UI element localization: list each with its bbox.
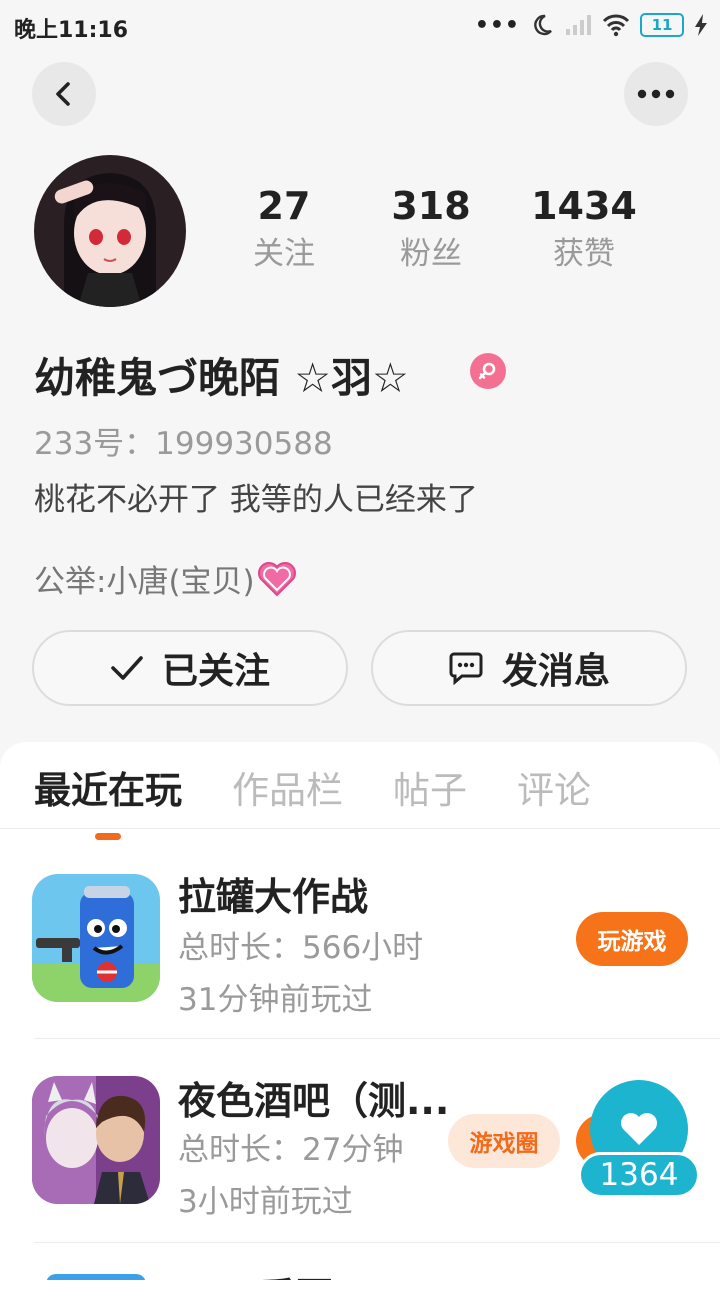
- avatar[interactable]: [34, 155, 186, 307]
- tab-works[interactable]: 作品栏: [232, 760, 343, 814]
- like-count: 1364: [578, 1152, 700, 1198]
- game-last-played: 3小时前玩过: [178, 1184, 353, 1220]
- signal-icon: [566, 15, 591, 35]
- game-row[interactable]: 233乐园: [0, 1244, 720, 1280]
- send-message-label: 发消息: [501, 651, 610, 692]
- tab-posts-label: 帖子: [393, 769, 467, 812]
- send-message-button[interactable]: 发消息: [371, 630, 687, 706]
- more-dots-icon: •••: [474, 12, 520, 38]
- battery-icon: 11: [640, 13, 684, 37]
- stat-fans-count: 318: [391, 184, 471, 228]
- user-bio: 桃花不必开了 我等的人已经来了: [34, 482, 478, 518]
- game-circle-button[interactable]: 游戏圈: [448, 1114, 560, 1168]
- tab-comments-label: 评论: [517, 769, 591, 812]
- tab-comments[interactable]: 评论: [517, 760, 591, 814]
- tab-bar: 最近在玩 作品栏 帖子 评论: [34, 760, 591, 840]
- tab-recently-played[interactable]: 最近在玩: [34, 760, 182, 840]
- game-title: 夜色酒吧（测...: [178, 1079, 450, 1123]
- heart-icon: [257, 561, 296, 596]
- game-row[interactable]: 拉罐大作战 总时长：566小时 31分钟前玩过 玩游戏: [0, 846, 720, 1036]
- female-gender-icon: [470, 353, 506, 389]
- stat-following[interactable]: 27 关注: [234, 184, 334, 273]
- tab-divider: [0, 828, 720, 829]
- game-duration: 总时长：27分钟: [178, 1132, 404, 1168]
- status-bar: 晚上11:16 ••• 11: [0, 0, 720, 52]
- tab-recently-played-label: 最近在玩: [34, 769, 182, 812]
- check-icon: [111, 656, 143, 680]
- chevron-left-icon: [56, 82, 70, 106]
- status-time: 晚上11:16: [14, 18, 129, 43]
- username: 幼稚鬼づ晚陌 ☆羽☆: [34, 354, 409, 402]
- cp-text: 公举:小唐(宝贝): [34, 564, 255, 600]
- tab-works-label: 作品栏: [232, 769, 343, 812]
- game-icon-night-bar: [32, 1076, 160, 1204]
- floating-like-button[interactable]: 1364: [578, 1080, 700, 1200]
- active-tab-indicator: [95, 833, 121, 840]
- row-divider: [34, 1242, 720, 1243]
- game-icon-partial: [46, 1274, 146, 1280]
- back-button[interactable]: [32, 62, 96, 126]
- row-divider: [34, 1038, 720, 1039]
- game-title: 233乐园: [178, 1266, 333, 1280]
- wifi-icon: [602, 14, 630, 37]
- tab-posts[interactable]: 帖子: [393, 760, 467, 814]
- play-game-button[interactable]: 玩游戏: [576, 912, 688, 966]
- charging-icon: [695, 14, 707, 36]
- status-icons: ••• 11: [475, 10, 708, 40]
- game-title: 拉罐大作战: [178, 875, 369, 919]
- more-horizontal-icon: [637, 89, 675, 99]
- chat-bubble-icon: [449, 652, 483, 685]
- game-last-played: 31分钟前玩过: [178, 982, 373, 1018]
- stat-likes[interactable]: 1434 获赞: [524, 184, 644, 273]
- more-button[interactable]: [624, 62, 688, 126]
- stat-likes-label: 获赞: [553, 236, 615, 272]
- followed-button[interactable]: 已关注: [32, 630, 348, 706]
- game-icon-can-battle: [32, 874, 160, 1002]
- followed-label: 已关注: [161, 651, 270, 692]
- game-duration: 总时长：566小时: [178, 930, 424, 966]
- heart-icon: [621, 1113, 657, 1145]
- cp-line: 公举:小唐(宝贝): [34, 556, 297, 601]
- moon-icon: [534, 14, 552, 36]
- user-id: 233号：199930588: [34, 426, 333, 462]
- stat-following-label: 关注: [253, 236, 315, 272]
- stat-following-count: 27: [257, 184, 311, 228]
- stat-fans-label: 粉丝: [400, 236, 462, 272]
- stat-fans[interactable]: 318 粉丝: [381, 184, 481, 273]
- stat-likes-count: 1434: [531, 184, 637, 228]
